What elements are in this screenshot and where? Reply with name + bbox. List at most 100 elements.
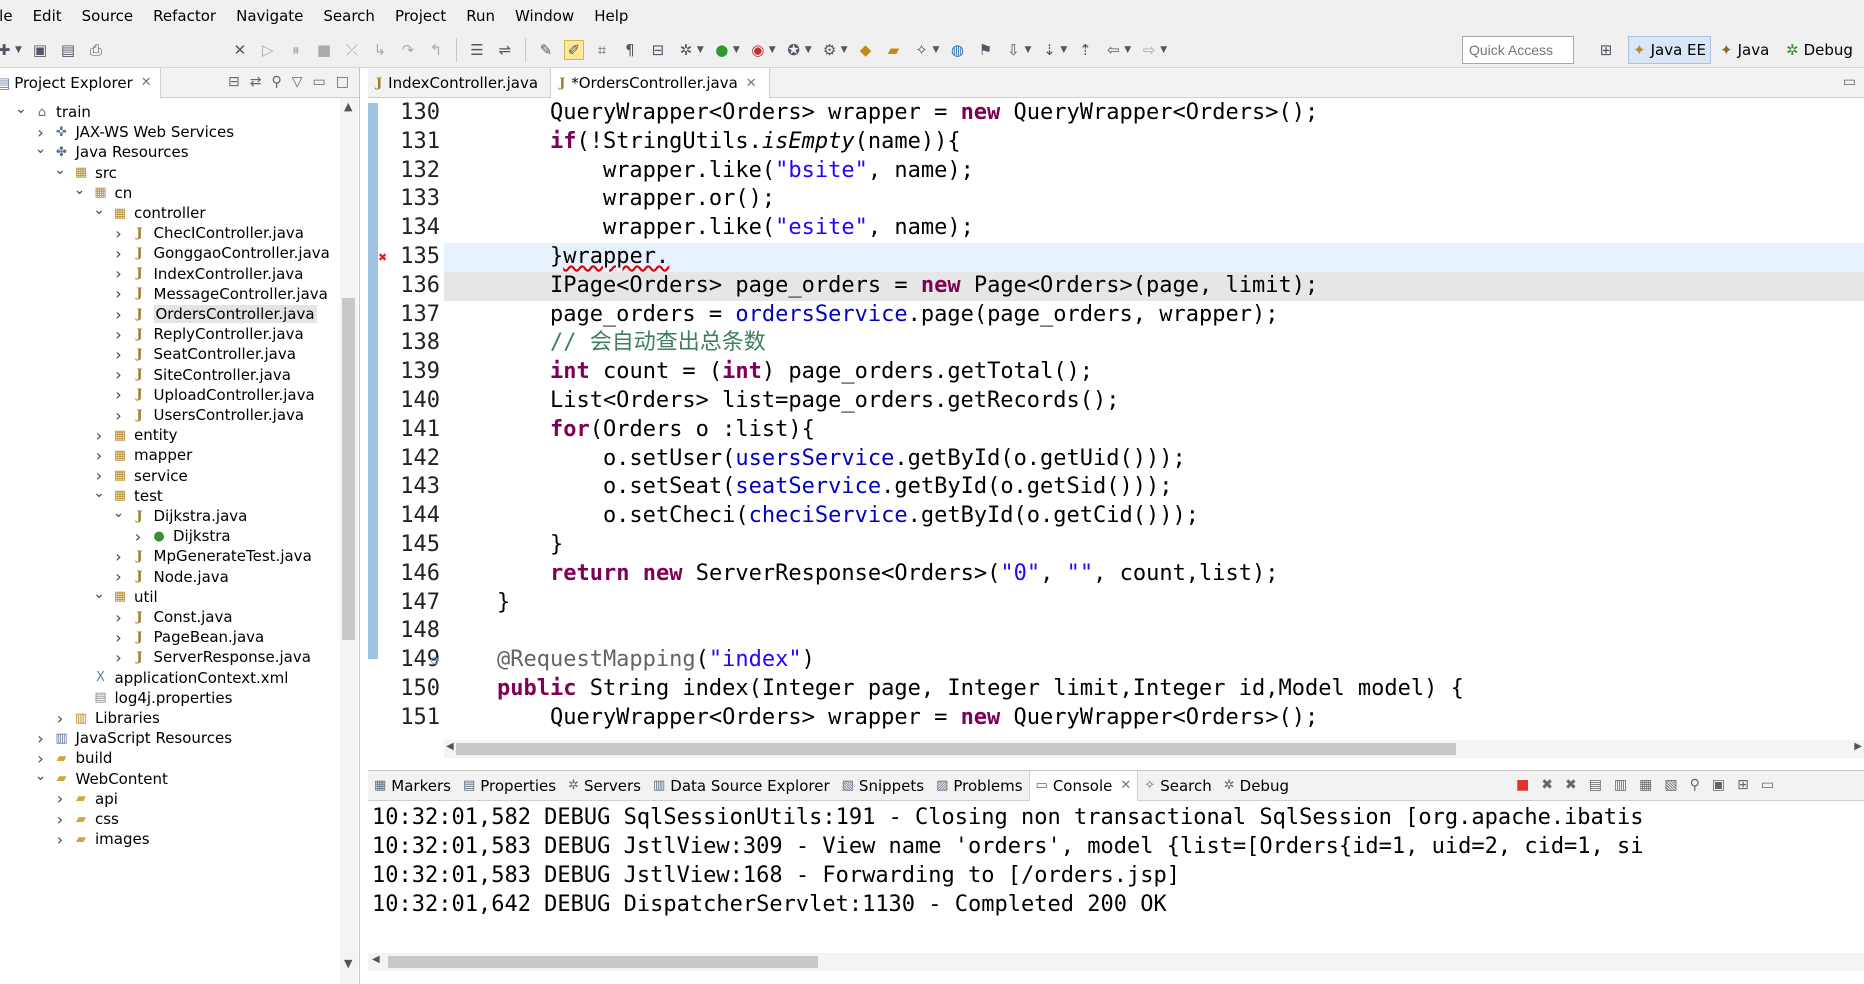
chevron-right-icon[interactable]: › <box>112 385 126 404</box>
tree-item[interactable]: › ▰ images <box>53 827 150 851</box>
coverage-dropdown-icon[interactable]: ▼ <box>805 45 812 55</box>
forward-dropdown-icon[interactable]: ▼ <box>1160 45 1167 55</box>
tab-debug[interactable]: ✲ Debug <box>1218 771 1295 801</box>
show-tooltip-icon[interactable]: ⊟ <box>648 40 668 60</box>
minimize-icon[interactable]: ▭ <box>313 74 326 90</box>
save-icon[interactable]: ▣ <box>30 40 50 60</box>
code-line[interactable]: page_orders = ordersService.page(page_or… <box>444 301 1864 330</box>
chevron-right-icon[interactable]: › <box>112 567 126 586</box>
scroll-up-icon[interactable]: ▲ <box>344 100 352 113</box>
collapse-all-icon[interactable]: ⊟ <box>228 74 240 90</box>
last-edit-location-icon[interactable]: ⇩ <box>1003 40 1023 60</box>
menu-edit[interactable]: Edit <box>23 0 72 32</box>
menu-window[interactable]: Window <box>505 0 584 32</box>
debug-icon[interactable]: ✲ <box>676 40 696 60</box>
tab-properties[interactable]: ▤ Properties <box>457 771 562 801</box>
minimize-icon[interactable]: ▭ <box>1761 777 1774 793</box>
chevron-right-icon[interactable]: › <box>34 749 48 768</box>
editor-tab[interactable]: J *OrdersController.java ✕ <box>551 68 770 98</box>
open-folder-icon[interactable]: ▰ <box>884 40 904 60</box>
terminate-icon[interactable]: ■ <box>1516 777 1529 793</box>
chevron-right-icon[interactable]: › <box>112 325 126 344</box>
code-line[interactable]: if(!StringUtils.isEmpty(name)){ <box>444 128 1864 157</box>
scroll-left-icon[interactable]: ◀ <box>446 741 454 752</box>
code-line[interactable]: IPage<Orders> page_orders = new Page<Ord… <box>444 271 1864 301</box>
perspective-java-ee[interactable]: ✦ Java EE <box>1628 36 1711 64</box>
chevron-right-icon[interactable]: › <box>112 224 126 243</box>
toggle-breadcrumb-icon[interactable]: ⌗ <box>592 40 612 60</box>
menu-help[interactable]: Help <box>584 0 638 32</box>
tab-servers[interactable]: ✲ Servers <box>562 771 647 801</box>
scrollbar-thumb[interactable] <box>342 298 355 640</box>
code-line[interactable]: o.setCheci(checiService.getById(o.getCid… <box>444 502 1864 531</box>
next-annotation-icon[interactable]: ⇣ <box>1039 40 1059 60</box>
chevron-right-icon[interactable]: › <box>92 426 106 445</box>
back-icon[interactable]: ⇦ <box>1103 40 1123 60</box>
step-return-icon[interactable]: ↰ <box>426 40 446 60</box>
close-icon[interactable]: ✕ <box>141 75 152 90</box>
run-dropdown-icon[interactable]: ▼ <box>733 45 740 55</box>
step-into-icon[interactable]: ↳ <box>370 40 390 60</box>
menu-navigate[interactable]: Navigate <box>226 0 313 32</box>
chevron-right-icon[interactable]: › <box>112 244 126 263</box>
edit-dropdown-icon[interactable]: ▼ <box>1024 45 1031 55</box>
search-dropdown-icon[interactable]: ▼ <box>933 45 940 55</box>
chevron-down-icon[interactable]: ⌄ <box>92 485 106 501</box>
chevron-down-icon[interactable]: ⌄ <box>34 768 48 784</box>
tab-search[interactable]: ✧ Search <box>1138 771 1217 801</box>
perspective-debug[interactable]: ✲ Debug <box>1782 36 1857 64</box>
tab-data-source-explorer[interactable]: ▥ Data Source Explorer <box>647 771 836 801</box>
code-line[interactable]: }wrapper. <box>444 243 1864 272</box>
chevron-right-icon[interactable]: › <box>112 264 126 283</box>
open-perspective-icon[interactable]: ⊞ <box>1596 40 1616 60</box>
code-line[interactable]: o.setUser(usersService.getById(o.getUid(… <box>444 445 1864 474</box>
chevron-down-icon[interactable]: ⌄ <box>53 162 67 178</box>
team-sync-icon[interactable]: ⚑ <box>975 40 995 60</box>
tab-snippets[interactable]: ▧ Snippets <box>836 771 930 801</box>
coverage-icon[interactable]: ✪ <box>784 40 804 60</box>
link-with-editor-icon[interactable]: ⇄ <box>250 74 262 90</box>
next-annotation-dropdown-icon[interactable]: ▼ <box>1060 45 1067 55</box>
word-wrap-icon[interactable]: ▦ <box>1639 777 1652 793</box>
code-line[interactable]: return new ServerResponse<Orders>("0", "… <box>444 560 1864 589</box>
chevron-down-icon[interactable]: ⌄ <box>92 586 106 602</box>
show-whitespace-icon[interactable]: ¶ <box>620 40 640 60</box>
scrollbar-thumb[interactable] <box>456 743 1456 755</box>
editor-horizontal-scrollbar[interactable]: ◀ ▶ <box>444 740 1864 758</box>
step-over-icon[interactable]: ↷ <box>398 40 418 60</box>
chevron-right-icon[interactable]: › <box>53 810 67 829</box>
chevron-right-icon[interactable]: › <box>112 365 126 384</box>
chevron-right-icon[interactable]: › <box>34 729 48 748</box>
highlight-icon[interactable]: ✐ <box>563 39 584 60</box>
menu-ile[interactable]: ile <box>0 0 23 32</box>
chevron-right-icon[interactable]: › <box>112 648 126 667</box>
chevron-right-icon[interactable]: › <box>112 284 126 303</box>
console-horizontal-scrollbar[interactable]: ◀ <box>368 953 1864 971</box>
new-server-icon[interactable]: ⚙ <box>820 40 840 60</box>
chevron-down-icon[interactable]: ⌄ <box>73 182 87 198</box>
chevron-right-icon[interactable]: › <box>53 789 67 808</box>
menu-run[interactable]: Run <box>456 0 505 32</box>
run-last-tool-icon[interactable]: ◉ <box>748 40 768 60</box>
editor-tab[interactable]: J IndexController.java <box>368 68 552 98</box>
display-selected-console-icon[interactable]: ▣ <box>1712 777 1725 793</box>
close-icon[interactable]: ✕ <box>1120 778 1131 793</box>
toggle-block-selection-icon[interactable]: ☰ <box>467 40 487 60</box>
show-console-on-output-icon[interactable]: ▧ <box>1664 777 1677 793</box>
scroll-down-icon[interactable]: ▼ <box>344 957 352 970</box>
disconnect-icon[interactable]: ⤫ <box>342 40 362 60</box>
scroll-left-icon[interactable]: ◀ <box>372 954 380 965</box>
tab-markers[interactable]: ▦ Markers <box>368 771 457 801</box>
code-line[interactable]: List<Orders> list=page_orders.getRecords… <box>444 387 1864 416</box>
remove-launch-icon[interactable]: ✖ <box>1541 777 1553 793</box>
chevron-right-icon[interactable]: › <box>112 305 126 324</box>
menu-refactor[interactable]: Refactor <box>143 0 226 32</box>
remove-all-terminated-icon[interactable]: ✖ <box>1565 777 1577 793</box>
suspend-icon[interactable]: ⏸ <box>286 40 306 60</box>
chevron-down-icon[interactable]: ⌄ <box>92 202 106 218</box>
tab-console[interactable]: ▭ Console ✕ <box>1028 770 1139 801</box>
tab-problems[interactable]: ▨ Problems <box>930 771 1028 801</box>
chevron-down-icon[interactable]: ⌄ <box>112 505 126 521</box>
code-line[interactable]: } <box>444 589 1864 618</box>
code-line[interactable]: QueryWrapper<Orders> wrapper = new Query… <box>444 704 1864 733</box>
